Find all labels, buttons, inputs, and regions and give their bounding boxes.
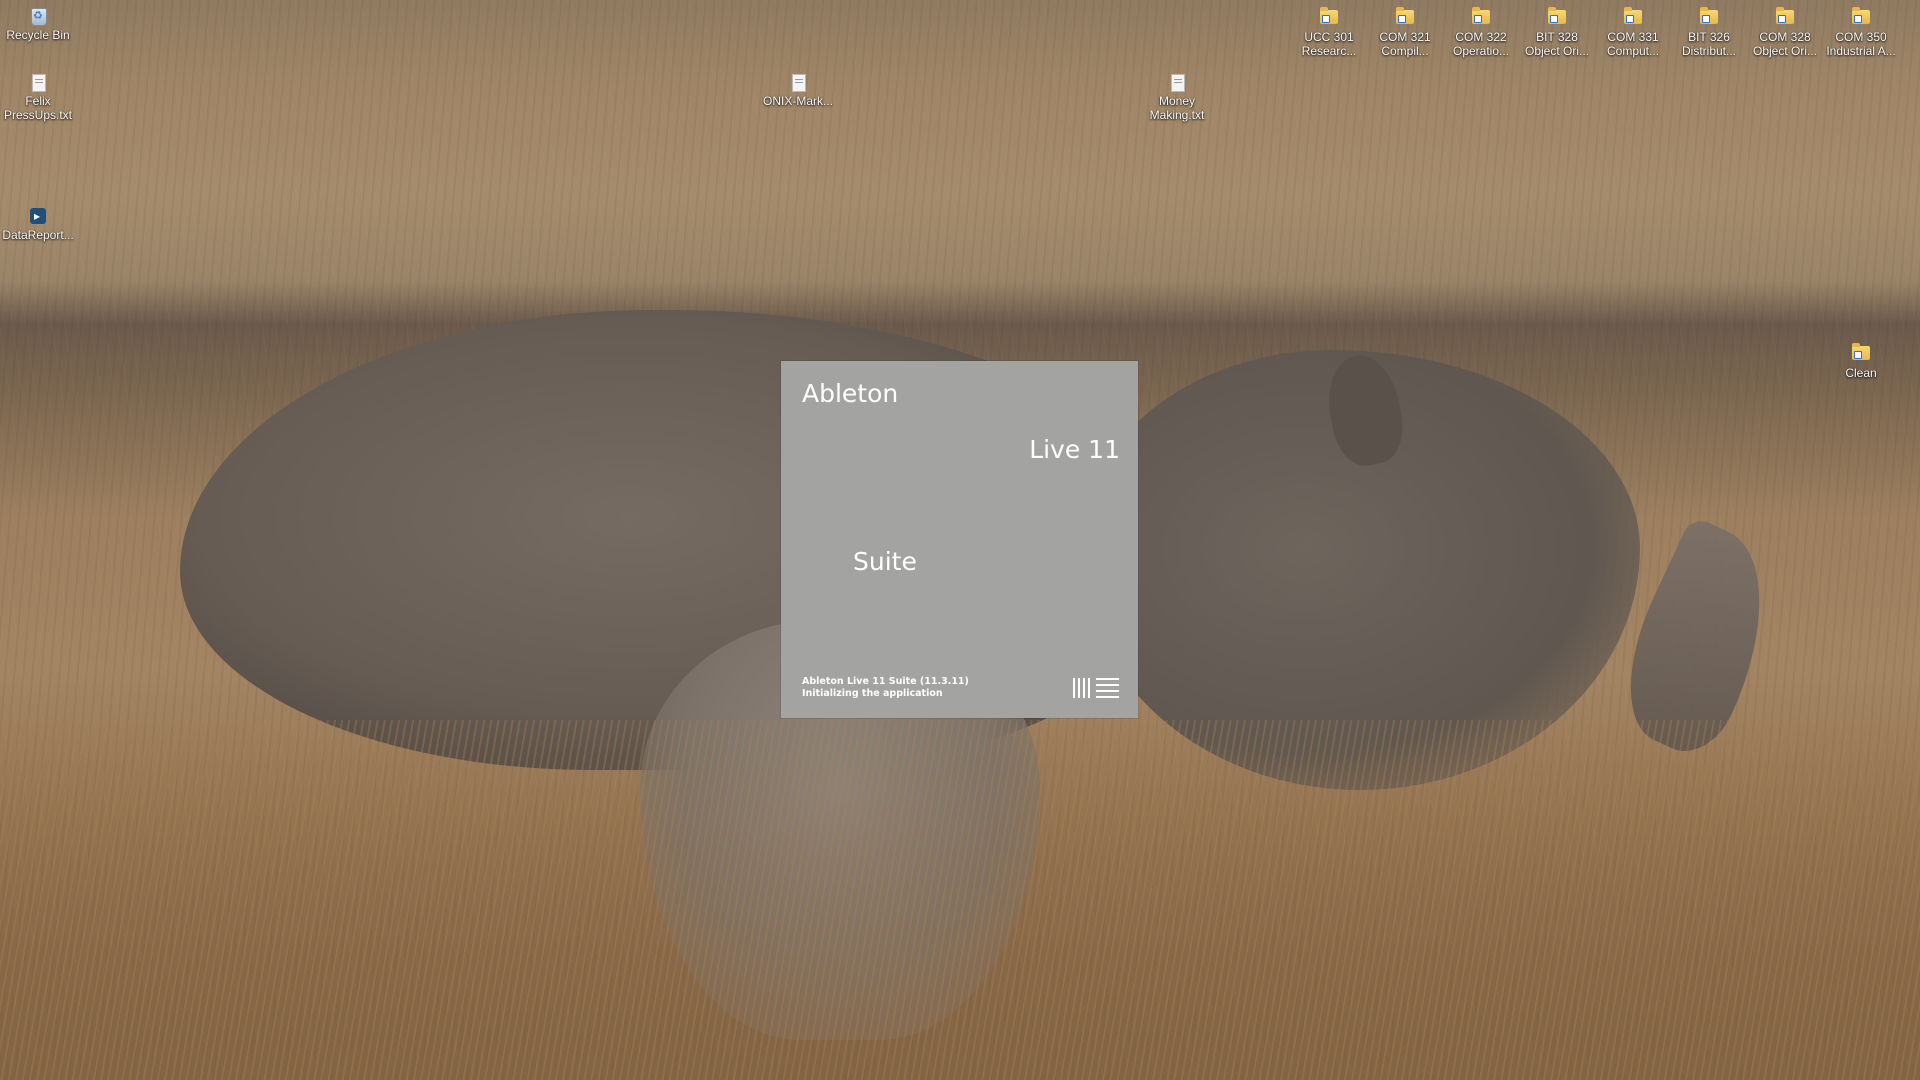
desktop-icon-money-making[interactable]: Money Making.txt <box>1139 74 1215 122</box>
ableton-logo-icon <box>1073 678 1119 698</box>
app-shortcut-icon <box>29 208 47 226</box>
desktop-icon-label: COM 322 Operatio... <box>1452 30 1510 58</box>
splash-status-text: Initializing the application <box>802 688 943 699</box>
text-file-icon <box>789 74 807 92</box>
desktop-icon-label: ONIX-Mark... <box>762 94 833 108</box>
desktop-folder-ucc-301[interactable]: UCC 301 Researc... <box>1291 7 1367 58</box>
splash-product-name: Live 11 <box>1029 435 1120 464</box>
folder-icon <box>1852 7 1870 28</box>
desktop-folder-com-350[interactable]: COM 350 Industrial A... <box>1823 7 1899 58</box>
folder-icon <box>1548 7 1566 28</box>
folder-icon <box>1852 343 1870 364</box>
desktop-icon-label: COM 321 Compil... <box>1379 30 1431 58</box>
folder-icon <box>1776 7 1794 28</box>
desktop-folder-com-322[interactable]: COM 322 Operatio... <box>1443 7 1519 58</box>
desktop-icon-felix-pressups[interactable]: Felix PressUps.txt <box>0 74 76 122</box>
desktop-icon-label: COM 350 Industrial A... <box>1826 30 1896 58</box>
desktop-folder-com-331[interactable]: COM 331 Comput... <box>1595 7 1671 58</box>
desktop-icon-label: COM 331 Comput... <box>1606 30 1660 58</box>
recycle-bin-icon <box>29 8 47 26</box>
desktop-icon-label: Clean <box>1845 366 1877 380</box>
desktop-folder-bit-328[interactable]: BIT 328 Object Ori... <box>1519 7 1595 58</box>
folder-icon <box>1396 7 1414 28</box>
folder-icon <box>1700 7 1718 28</box>
desktop-icon-label: BIT 328 Object Ori... <box>1524 30 1589 58</box>
desktop-icon-onix-mark[interactable]: ONIX-Mark... <box>760 74 836 108</box>
desktop-icon-label: Recycle Bin <box>6 28 70 42</box>
desktop: Recycle Bin Felix PressUps.txt DataRepor… <box>0 0 1920 1080</box>
splash-brand-name: Ableton <box>802 379 899 408</box>
desktop-folder-com-328[interactable]: COM 328 Object Ori... <box>1747 7 1823 58</box>
text-file-icon <box>1168 74 1186 92</box>
desktop-icon-label: Felix PressUps.txt <box>3 94 72 122</box>
desktop-icon-datareport[interactable]: DataReport... <box>0 208 76 242</box>
text-file-icon <box>29 74 47 92</box>
desktop-icon-label: DataReport... <box>2 228 74 242</box>
desktop-icon-recycle-bin[interactable]: Recycle Bin <box>0 8 76 42</box>
desktop-icon-label: Money Making.txt <box>1149 94 1205 122</box>
ableton-splash-screen: Ableton Live 11 Suite Ableton Live 11 Su… <box>781 361 1138 718</box>
splash-edition-name: Suite <box>853 547 917 576</box>
desktop-icon-label: COM 328 Object Ori... <box>1752 30 1817 58</box>
desktop-folder-com-321[interactable]: COM 321 Compil... <box>1367 7 1443 58</box>
splash-version-text: Ableton Live 11 Suite (11.3.11) <box>802 676 969 687</box>
wallpaper-foreground-grass <box>0 720 1920 1080</box>
desktop-folder-clean[interactable]: Clean <box>1823 343 1899 380</box>
desktop-folder-bit-326[interactable]: BIT 326 Distribut... <box>1671 7 1747 58</box>
folder-icon <box>1472 7 1490 28</box>
desktop-icon-label: UCC 301 Researc... <box>1301 30 1357 58</box>
folder-icon <box>1624 7 1642 28</box>
folder-icon <box>1320 7 1338 28</box>
desktop-icon-label: BIT 326 Distribut... <box>1681 30 1736 58</box>
